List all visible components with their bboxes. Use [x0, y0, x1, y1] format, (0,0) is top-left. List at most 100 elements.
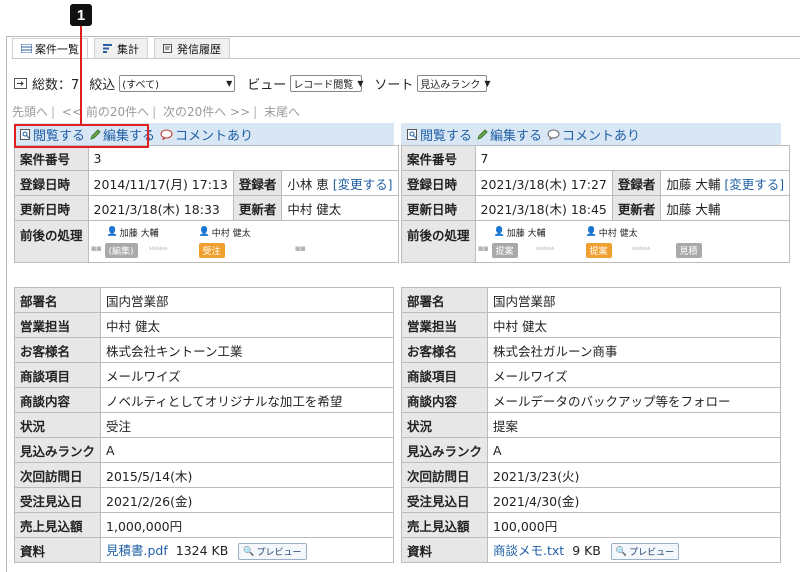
- chevron-down-icon: ▼: [484, 79, 491, 88]
- process-person-name: 加藤 大輔: [119, 228, 159, 239]
- field-value: 100,000円: [487, 512, 781, 538]
- magnifier-icon: 🔍: [243, 546, 255, 557]
- sort-label: ソート: [374, 78, 414, 93]
- magnifier-icon: 🔍: [615, 546, 628, 557]
- tab-case-list[interactable]: 案件一覧: [12, 38, 88, 58]
- user-icon: 👤: [585, 227, 597, 237]
- field-label: 営業担当: [13, 312, 102, 338]
- record-detail-table: 部署名 国内営業部 営業担当 中村 健太 お客様名 株式会社ガルーン商事 商談項目 メー…: [400, 287, 781, 563]
- field-label: 更新日時: [14, 195, 89, 221]
- status-badge: (編集): [104, 242, 138, 258]
- field-value: メールワイズ: [487, 362, 781, 388]
- file-size: 9 KB: [572, 543, 601, 558]
- chevron-down-icon: ▼: [226, 79, 233, 88]
- field-value: 株式会社キントーン工業: [100, 337, 394, 363]
- flow-arrows: ›››››››: [535, 243, 555, 254]
- process-person-name: 中村 健太: [598, 228, 638, 239]
- field-value: 小林 恵 [変更する]: [281, 170, 399, 196]
- flow-arrows: ›››››››: [148, 243, 168, 254]
- field-label: 見込みランク: [400, 437, 489, 463]
- comment-link[interactable]: コメントあり: [547, 125, 640, 144]
- comment-icon: [547, 129, 560, 140]
- comment-label: コメントあり: [175, 128, 254, 144]
- registrant-name: 小林 恵: [287, 176, 329, 192]
- tab-history[interactable]: 発信履歴: [154, 38, 230, 58]
- field-label: 商談項目: [400, 362, 489, 388]
- record-panel: 閲覧する 編集する コメントあり 案件番号 3 登録日時 2014/11/17(…: [13, 123, 399, 563]
- user-icon: 👤: [198, 227, 210, 237]
- field-label: 前後の処理: [401, 220, 476, 263]
- field-value: 2021/3/18(木) 18:33: [87, 195, 234, 221]
- status-badge: 提案: [491, 242, 518, 258]
- comment-label: コメントあり: [562, 128, 641, 144]
- field-value: 商談メモ.txt 9 KB 🔍 プレビュー: [487, 537, 781, 563]
- field-value: 2021/3/18(木) 18:45: [474, 195, 613, 221]
- status-badge-current: 提案: [585, 242, 612, 258]
- field-label: 前後の処理: [14, 220, 89, 263]
- field-value: 中村 健太: [100, 312, 394, 338]
- file-size: 1324 KB: [175, 543, 229, 558]
- field-label: 更新者: [611, 195, 662, 221]
- record-meta-table: 案件番号 7 登録日時 2021/3/18(木) 17:27 登録者 加藤 大輔…: [401, 145, 791, 263]
- callout-line: [80, 26, 82, 126]
- field-value: 国内営業部: [487, 287, 781, 313]
- view-value: レコード閲覧: [293, 80, 354, 91]
- user-icon: 👤: [106, 227, 118, 237]
- process-person: 👤 中村 健太: [199, 226, 251, 239]
- field-value: ノベルティとしてオリジナルな加工を希望: [100, 387, 394, 413]
- field-label: 状況: [13, 412, 102, 438]
- chart-icon: [103, 44, 112, 53]
- edit-record-label: 編集する: [490, 128, 543, 144]
- preview-button[interactable]: 🔍 プレビュー: [610, 543, 680, 560]
- preview-button[interactable]: 🔍 プレビュー: [238, 543, 307, 560]
- field-label: 部署名: [400, 287, 489, 313]
- field-label: 受注見込日: [13, 487, 102, 513]
- field-value: 2021/2/26(金): [100, 487, 394, 513]
- field-label: 登録日時: [401, 170, 476, 196]
- process-flow: 👤 加藤 大輔 👤 中村 健太 ▪▪ 提案 ››››››› 提案 ››››››› 見…: [474, 220, 791, 263]
- sort-value: 見込みランク: [420, 80, 481, 91]
- field-label: 見込みランク: [13, 437, 102, 463]
- file-link[interactable]: 商談メモ.txt: [493, 543, 564, 558]
- field-label: 登録者: [232, 170, 283, 196]
- field-label: 部署名: [13, 287, 102, 313]
- field-value: 2014/11/17(月) 17:13: [87, 170, 234, 196]
- pager-prev: << 前の20件へ: [61, 105, 150, 119]
- view-select[interactable]: レコード閲覧 ▼: [290, 75, 363, 92]
- field-label: 状況: [400, 412, 489, 438]
- tab-bar: 案件一覧 集計 発信履歴: [12, 38, 230, 58]
- filter-select[interactable]: (すべて) ▼: [119, 75, 236, 92]
- status-badge: 見積: [675, 242, 702, 258]
- view-icon: [407, 128, 417, 140]
- flow-dots: ▪▪: [90, 243, 102, 254]
- pager-next: 次の20件へ >>: [162, 105, 251, 119]
- field-label: 登録日時: [14, 170, 89, 196]
- field-label: 登録者: [611, 170, 662, 196]
- preview-label: プレビュー: [629, 548, 675, 558]
- callout-highlight-box: [14, 124, 149, 148]
- comment-link[interactable]: コメントあり: [160, 125, 253, 144]
- process-person: 👤 加藤 大輔: [494, 226, 546, 239]
- field-label: 次回訪問日: [13, 462, 102, 488]
- change-registrant-link[interactable]: [変更する]: [333, 177, 393, 192]
- field-label: 案件番号: [14, 145, 89, 171]
- change-registrant-link[interactable]: [変更する]: [724, 177, 784, 192]
- view-record-link[interactable]: 閲覧する: [407, 125, 472, 144]
- field-value: 中村 健太: [281, 195, 399, 221]
- view-label: ビュー: [247, 78, 287, 93]
- sort-select[interactable]: 見込みランク ▼: [417, 75, 491, 92]
- tab-divider: [12, 58, 800, 59]
- record-panel: 閲覧する 編集する コメントあり 案件番号 7 登録日時 2021/3/18(木…: [400, 123, 791, 563]
- user-icon: 👤: [493, 227, 505, 237]
- field-value: メールワイズ: [100, 362, 394, 388]
- field-value: A: [100, 437, 394, 463]
- file-link[interactable]: 見積書.pdf: [106, 543, 168, 558]
- total-count: 総数：7: [32, 78, 80, 93]
- field-label: お客様名: [400, 337, 489, 363]
- view-record-label: 閲覧する: [420, 128, 473, 144]
- field-value: 受注: [100, 412, 394, 438]
- field-label: 受注見込日: [400, 487, 489, 513]
- tab-aggregate[interactable]: 集計: [94, 38, 148, 58]
- callout-number: 1: [70, 4, 92, 26]
- edit-record-link[interactable]: 編集する: [477, 125, 542, 144]
